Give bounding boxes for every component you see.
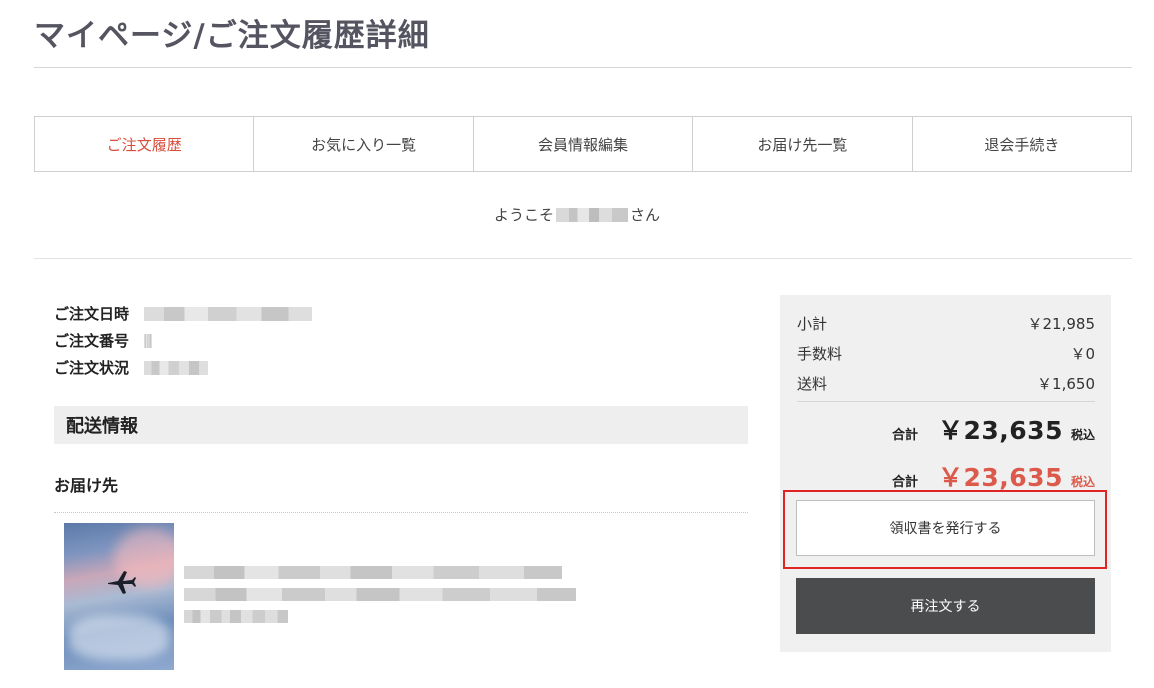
order-status-redacted <box>144 360 208 375</box>
tab-withdrawal[interactable]: 退会手続き <box>913 117 1131 171</box>
fee-row: 手数料 ￥0 <box>797 343 1095 364</box>
tab-member-info[interactable]: 会員情報編集 <box>474 117 694 171</box>
total-tax-label-2: 税込 <box>1070 475 1095 489</box>
order-number-row: ご注文番号 <box>54 327 312 354</box>
destination-label: お届け先 <box>54 476 119 495</box>
total-label: 合計 <box>891 428 918 443</box>
order-status-label: ご注文状況 <box>54 359 130 377</box>
order-number-label: ご注文番号 <box>54 332 130 350</box>
mypage-tabs: ご注文履歴 お気に入り一覧 会員情報編集 お届け先一覧 退会手続き <box>34 116 1132 172</box>
order-date-label: ご注文日時 <box>54 305 130 323</box>
tab-order-history[interactable]: ご注文履歴 <box>35 117 255 171</box>
image-cloud <box>69 615 169 660</box>
product-image[interactable] <box>64 523 174 670</box>
order-date-redacted <box>144 306 312 321</box>
airplane-icon <box>108 571 136 594</box>
total-amount: ￥23,635 <box>938 416 1063 445</box>
product-line-3 <box>184 610 288 623</box>
title-divider <box>34 67 1132 68</box>
welcome-message: ようこそ さん <box>0 204 1154 225</box>
order-status-row: ご注文状況 <box>54 354 312 381</box>
total-tax-label: 税込 <box>1070 428 1095 442</box>
product-line-2 <box>184 588 576 601</box>
product-name-redacted <box>184 566 576 632</box>
user-name-redacted <box>556 207 628 222</box>
total-label-2: 合計 <box>891 475 918 490</box>
shipping-fee-row: 送料 ￥1,650 <box>797 373 1095 394</box>
order-date-row: ご注文日時 <box>54 300 312 327</box>
subtotal-row: 小計 ￥21,985 <box>797 313 1095 334</box>
page-title: マイページ/ご注文履歴詳細 <box>34 18 430 54</box>
total-row: 合計 ￥23,635 税込 <box>892 411 1095 447</box>
destination-divider <box>54 512 748 513</box>
fee-label: 手数料 <box>797 345 843 363</box>
total-row-highlight: 合計 ￥23,635 税込 <box>892 458 1095 494</box>
tab-favorites[interactable]: お気に入り一覧 <box>254 117 474 171</box>
shipping-section-header: 配送情報 <box>54 406 748 444</box>
order-meta: ご注文日時 ご注文番号 ご注文状況 <box>54 300 312 381</box>
product-line-1 <box>184 566 562 579</box>
fee-value: ￥0 <box>1070 345 1095 363</box>
welcome-suffix: さん <box>630 206 661 224</box>
shipping-fee-value: ￥1,650 <box>1037 375 1095 393</box>
summary-divider <box>797 401 1095 402</box>
shipping-fee-label: 送料 <box>797 375 828 393</box>
welcome-divider <box>34 258 1132 259</box>
issue-receipt-button[interactable]: 領収書を発行する <box>796 500 1095 556</box>
reorder-button[interactable]: 再注文する <box>796 578 1095 634</box>
order-number-redacted <box>144 333 152 348</box>
total-amount-2: ￥23,635 <box>938 463 1063 492</box>
subtotal-value: ￥21,985 <box>1027 315 1096 333</box>
welcome-prefix: ようこそ <box>493 206 554 224</box>
tab-delivery-addresses[interactable]: お届け先一覧 <box>693 117 913 171</box>
subtotal-label: 小計 <box>797 315 828 333</box>
